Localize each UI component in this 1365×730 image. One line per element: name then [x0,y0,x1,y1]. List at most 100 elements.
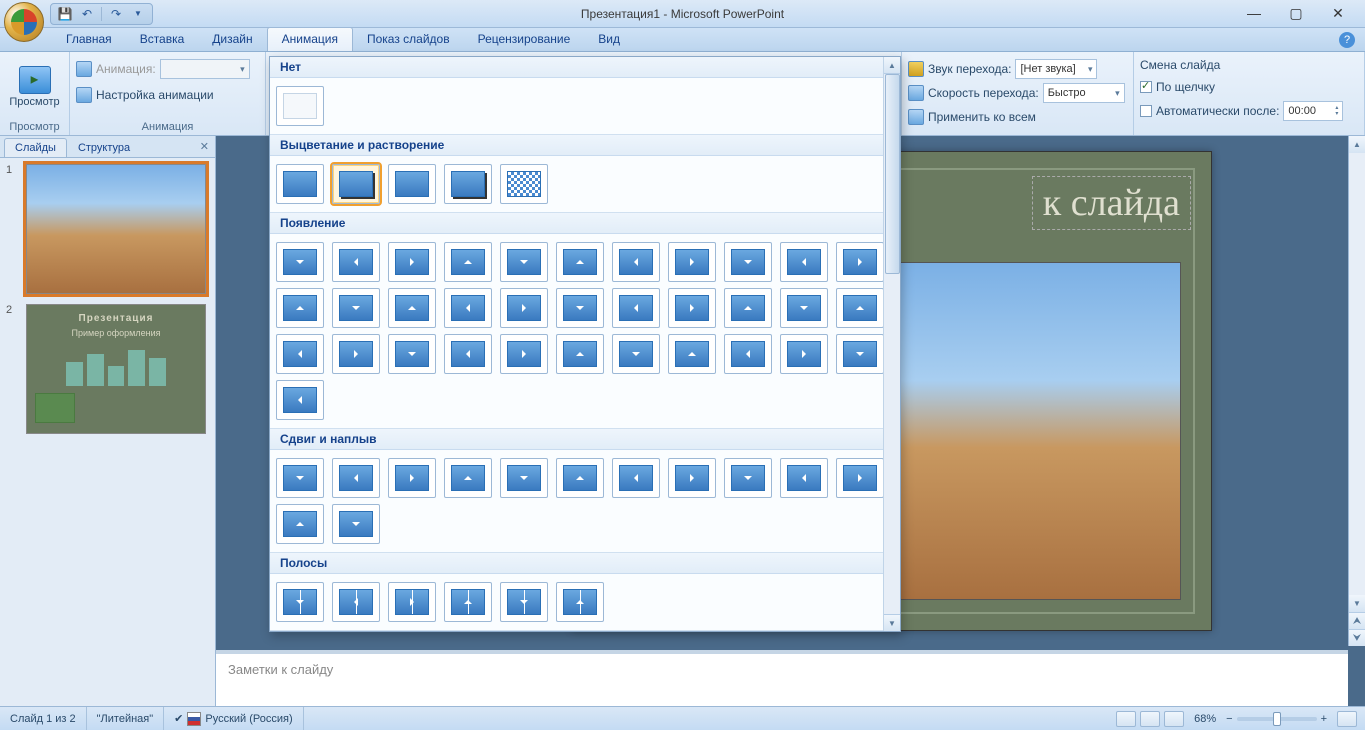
transition-item[interactable] [556,242,604,282]
tab-animation[interactable]: Анимация [267,27,353,51]
transition-item[interactable] [276,242,324,282]
panel-close-icon[interactable]: ✕ [200,140,209,153]
fit-window-button[interactable] [1337,711,1357,727]
transition-item[interactable] [724,242,772,282]
redo-icon[interactable]: ↷ [108,6,124,22]
language-button[interactable]: ✔ Русский (Россия) [164,707,304,730]
outline-tab[interactable]: Структура [67,138,141,157]
tab-design[interactable]: Дизайн [198,28,266,51]
qat-dropdown-icon[interactable]: ▼ [130,6,146,22]
save-icon[interactable]: 💾 [57,6,73,22]
slideshow-view-button[interactable] [1164,711,1184,727]
zoom-out-button[interactable]: − [1226,713,1232,725]
transition-item[interactable] [668,458,716,498]
gallery-scrollbar[interactable]: ▲ ▼ [883,57,900,631]
transition-item[interactable] [612,334,660,374]
transition-item[interactable] [668,288,716,328]
transition-item[interactable] [276,380,324,420]
transition-item[interactable] [780,458,828,498]
sorter-view-button[interactable] [1140,711,1160,727]
transition-item[interactable] [276,334,324,374]
transition-item[interactable] [556,582,604,622]
transition-item[interactable] [276,582,324,622]
close-button[interactable]: ✕ [1329,5,1347,22]
tab-home[interactable]: Главная [52,28,126,51]
custom-animation-button[interactable]: Настройка анимации [76,84,214,106]
transition-item[interactable] [276,164,324,204]
slide-title-placeholder[interactable]: к слайда [1032,176,1191,230]
transition-item[interactable] [836,334,884,374]
tab-insert[interactable]: Вставка [126,28,199,51]
undo-icon[interactable]: ↶ [79,6,95,22]
transition-item[interactable] [556,458,604,498]
transition-item[interactable] [836,288,884,328]
help-icon[interactable]: ? [1339,32,1355,48]
transition-item[interactable] [332,334,380,374]
transition-item[interactable] [332,242,380,282]
transition-item[interactable] [612,242,660,282]
transition-item[interactable] [388,242,436,282]
office-button[interactable] [4,2,44,42]
zoom-in-button[interactable]: + [1321,713,1327,725]
slides-tab[interactable]: Слайды [4,138,67,157]
transition-item[interactable] [276,458,324,498]
zoom-slider[interactable] [1237,717,1317,721]
transition-item[interactable] [612,458,660,498]
transition-item[interactable] [500,288,548,328]
transition-none[interactable] [276,86,324,126]
preview-button[interactable]: Просмотр [8,56,62,118]
slide-thumbnail-1[interactable]: 1 [6,164,209,294]
transition-item[interactable] [724,288,772,328]
transition-item[interactable] [500,334,548,374]
slide-thumbnail-2[interactable]: 2 Презентация Пример оформления [6,304,209,434]
transition-item[interactable] [556,288,604,328]
speed-combo[interactable]: Быстро▾ [1043,83,1125,103]
transition-item[interactable] [332,582,380,622]
transition-item[interactable] [668,334,716,374]
sound-combo[interactable]: [Нет звука]▾ [1015,59,1097,79]
normal-view-button[interactable] [1116,711,1136,727]
transition-item[interactable] [836,458,884,498]
transition-item[interactable] [444,288,492,328]
transition-item[interactable] [500,582,548,622]
transition-item[interactable] [836,242,884,282]
transition-item[interactable] [332,458,380,498]
transition-item[interactable] [668,242,716,282]
notes-pane[interactable]: Заметки к слайду [216,650,1348,706]
transition-item[interactable] [444,334,492,374]
transition-item[interactable] [780,334,828,374]
auto-after-time[interactable]: 00:00 ▴▾ [1283,101,1343,121]
transition-item[interactable] [332,288,380,328]
tab-view[interactable]: Вид [584,28,634,51]
transition-item[interactable] [388,288,436,328]
transition-item[interactable] [276,288,324,328]
transition-item[interactable] [500,164,548,204]
transition-item[interactable] [724,458,772,498]
transition-item[interactable] [444,242,492,282]
transition-item[interactable] [612,288,660,328]
maximize-button[interactable]: ▢ [1287,5,1305,22]
transition-item[interactable] [276,504,324,544]
tab-slideshow[interactable]: Показ слайдов [353,28,464,51]
transition-item[interactable] [444,458,492,498]
on-click-checkbox[interactable] [1140,81,1152,93]
animate-combo[interactable]: ▾ [160,59,250,79]
transition-item[interactable] [444,164,492,204]
transition-item[interactable] [332,164,380,204]
vertical-scrollbar[interactable]: ▲ ▼ ⮝ ⮟ [1348,136,1365,646]
auto-after-checkbox[interactable] [1140,105,1152,117]
transition-item[interactable] [500,242,548,282]
prev-slide-icon[interactable]: ⮝ [1349,612,1365,629]
transition-item[interactable] [388,582,436,622]
transition-item[interactable] [780,288,828,328]
transition-item[interactable] [388,458,436,498]
transition-item[interactable] [500,458,548,498]
transition-item[interactable] [388,164,436,204]
transition-item[interactable] [780,242,828,282]
transition-item[interactable] [724,334,772,374]
tab-review[interactable]: Рецензирование [464,28,585,51]
transition-item[interactable] [332,504,380,544]
transition-item[interactable] [556,334,604,374]
transition-item[interactable] [444,582,492,622]
minimize-button[interactable]: — [1245,5,1263,22]
